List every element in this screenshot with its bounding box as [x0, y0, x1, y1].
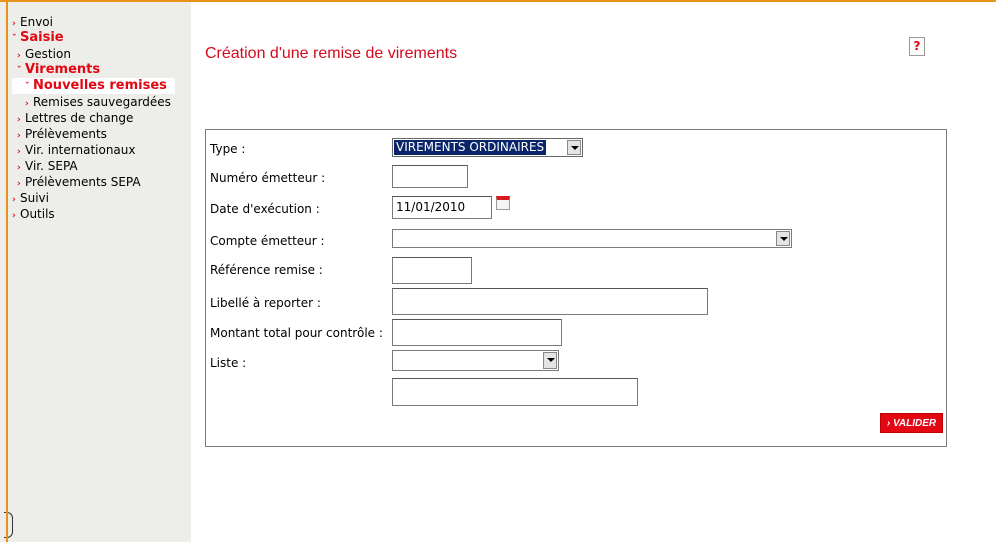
sidebar-item-label: Outils — [20, 207, 55, 221]
libelle-label: Libellé à reporter : — [210, 296, 321, 310]
sidebar-item-vir-sepa[interactable]: › Vir. SEPA — [12, 158, 175, 174]
sidebar-item-label: Suivi — [20, 191, 49, 205]
valider-button[interactable]: › VALIDER — [880, 413, 943, 433]
sidebar-item-label: Virements — [25, 62, 101, 77]
date-execution-label: Date d'exécution : — [210, 202, 320, 216]
chevron-down-icon: ˇ — [25, 82, 30, 92]
numero-emetteur-field[interactable] — [392, 165, 468, 188]
sidebar-item-label: Envoi — [20, 15, 53, 29]
valider-label: VALIDER — [892, 418, 937, 429]
type-label: Type : — [210, 142, 246, 156]
sidebar-item-label: Vir. SEPA — [25, 159, 78, 173]
liste-select[interactable] — [392, 350, 559, 371]
sidebar-item-suivi[interactable]: › Suivi — [12, 190, 175, 206]
chevron-down-icon: ˇ — [17, 66, 22, 76]
sidebar-item-label: Remises sauvegardées — [33, 95, 171, 109]
sidebar-item-label: Gestion — [25, 47, 71, 61]
sidebar-item-vir-internationaux[interactable]: › Vir. internationaux — [12, 142, 175, 158]
numero-emetteur-label: Numéro émetteur : — [210, 171, 326, 185]
reference-remise-field[interactable] — [392, 257, 472, 284]
sidebar-item-envoi[interactable]: › Envoi — [12, 14, 175, 30]
sidebar-item-virements[interactable]: ˇ Virements — [12, 62, 175, 78]
chevron-down-icon[interactable] — [567, 140, 581, 155]
sidebar-nav: › Envoi ˇ Saisie › Gestion ˇ Virements ˇ Nouv… — [12, 14, 175, 222]
sidebar-item-label: Prélèvements — [25, 127, 107, 141]
sidebar-item-label: Prélèvements SEPA — [25, 175, 141, 189]
chevron-down-icon[interactable] — [776, 231, 790, 246]
page-title: Création d'une remise de virements — [205, 45, 458, 62]
compte-emetteur-label: Compte émetteur : — [210, 234, 325, 248]
chevron-right-icon: › — [12, 211, 16, 221]
sidebar-item-lettres-de-change[interactable]: › Lettres de change — [12, 110, 175, 126]
sidebar-item-label: Lettres de change — [25, 111, 134, 125]
chevron-down-icon: ˇ — [12, 34, 17, 44]
liste-extra-field[interactable] — [392, 378, 638, 406]
sidebar-item-outils[interactable]: › Outils — [12, 206, 175, 222]
sidebar-item-gestion[interactable]: › Gestion — [12, 46, 175, 62]
libelle-field[interactable] — [392, 288, 708, 315]
sidebar-item-label: Nouvelles remises — [33, 78, 167, 93]
date-execution-field[interactable]: 11/01/2010 — [392, 196, 492, 219]
montant-total-field[interactable] — [392, 319, 562, 346]
sidebar-item-nouvelles-remises[interactable]: ˇ Nouvelles remises — [12, 78, 175, 94]
left-border — [6, 2, 8, 542]
type-select[interactable]: VIREMENTS ORDINAIRES — [392, 138, 583, 157]
sidebar: › Envoi ˇ Saisie › Gestion ˇ Virements ˇ Nouv… — [0, 2, 191, 542]
liste-label: Liste : — [210, 356, 247, 370]
sidebar-item-prelevements[interactable]: › Prélèvements — [12, 126, 175, 142]
sidebar-item-label: Saisie — [20, 30, 64, 45]
sidebar-item-remises-sauvegardees[interactable]: › Remises sauvegardées — [12, 94, 175, 110]
help-icon[interactable]: ? — [909, 37, 925, 56]
remise-form: Type : VIREMENTS ORDINAIRES Numéro émett… — [205, 129, 947, 447]
sidebar-item-saisie[interactable]: ˇ Saisie — [12, 30, 175, 46]
type-select-value: VIREMENTS ORDINAIRES — [392, 139, 548, 156]
sidebar-item-label: Vir. internationaux — [25, 143, 136, 157]
chevron-down-icon[interactable] — [543, 352, 557, 369]
compte-emetteur-select[interactable] — [392, 229, 792, 248]
calendar-icon[interactable] — [496, 196, 510, 210]
montant-total-label: Montant total pour contrôle : — [210, 326, 383, 340]
reference-remise-label: Référence remise : — [210, 263, 323, 277]
sidebar-item-prelevements-sepa[interactable]: › Prélèvements SEPA — [12, 174, 175, 190]
